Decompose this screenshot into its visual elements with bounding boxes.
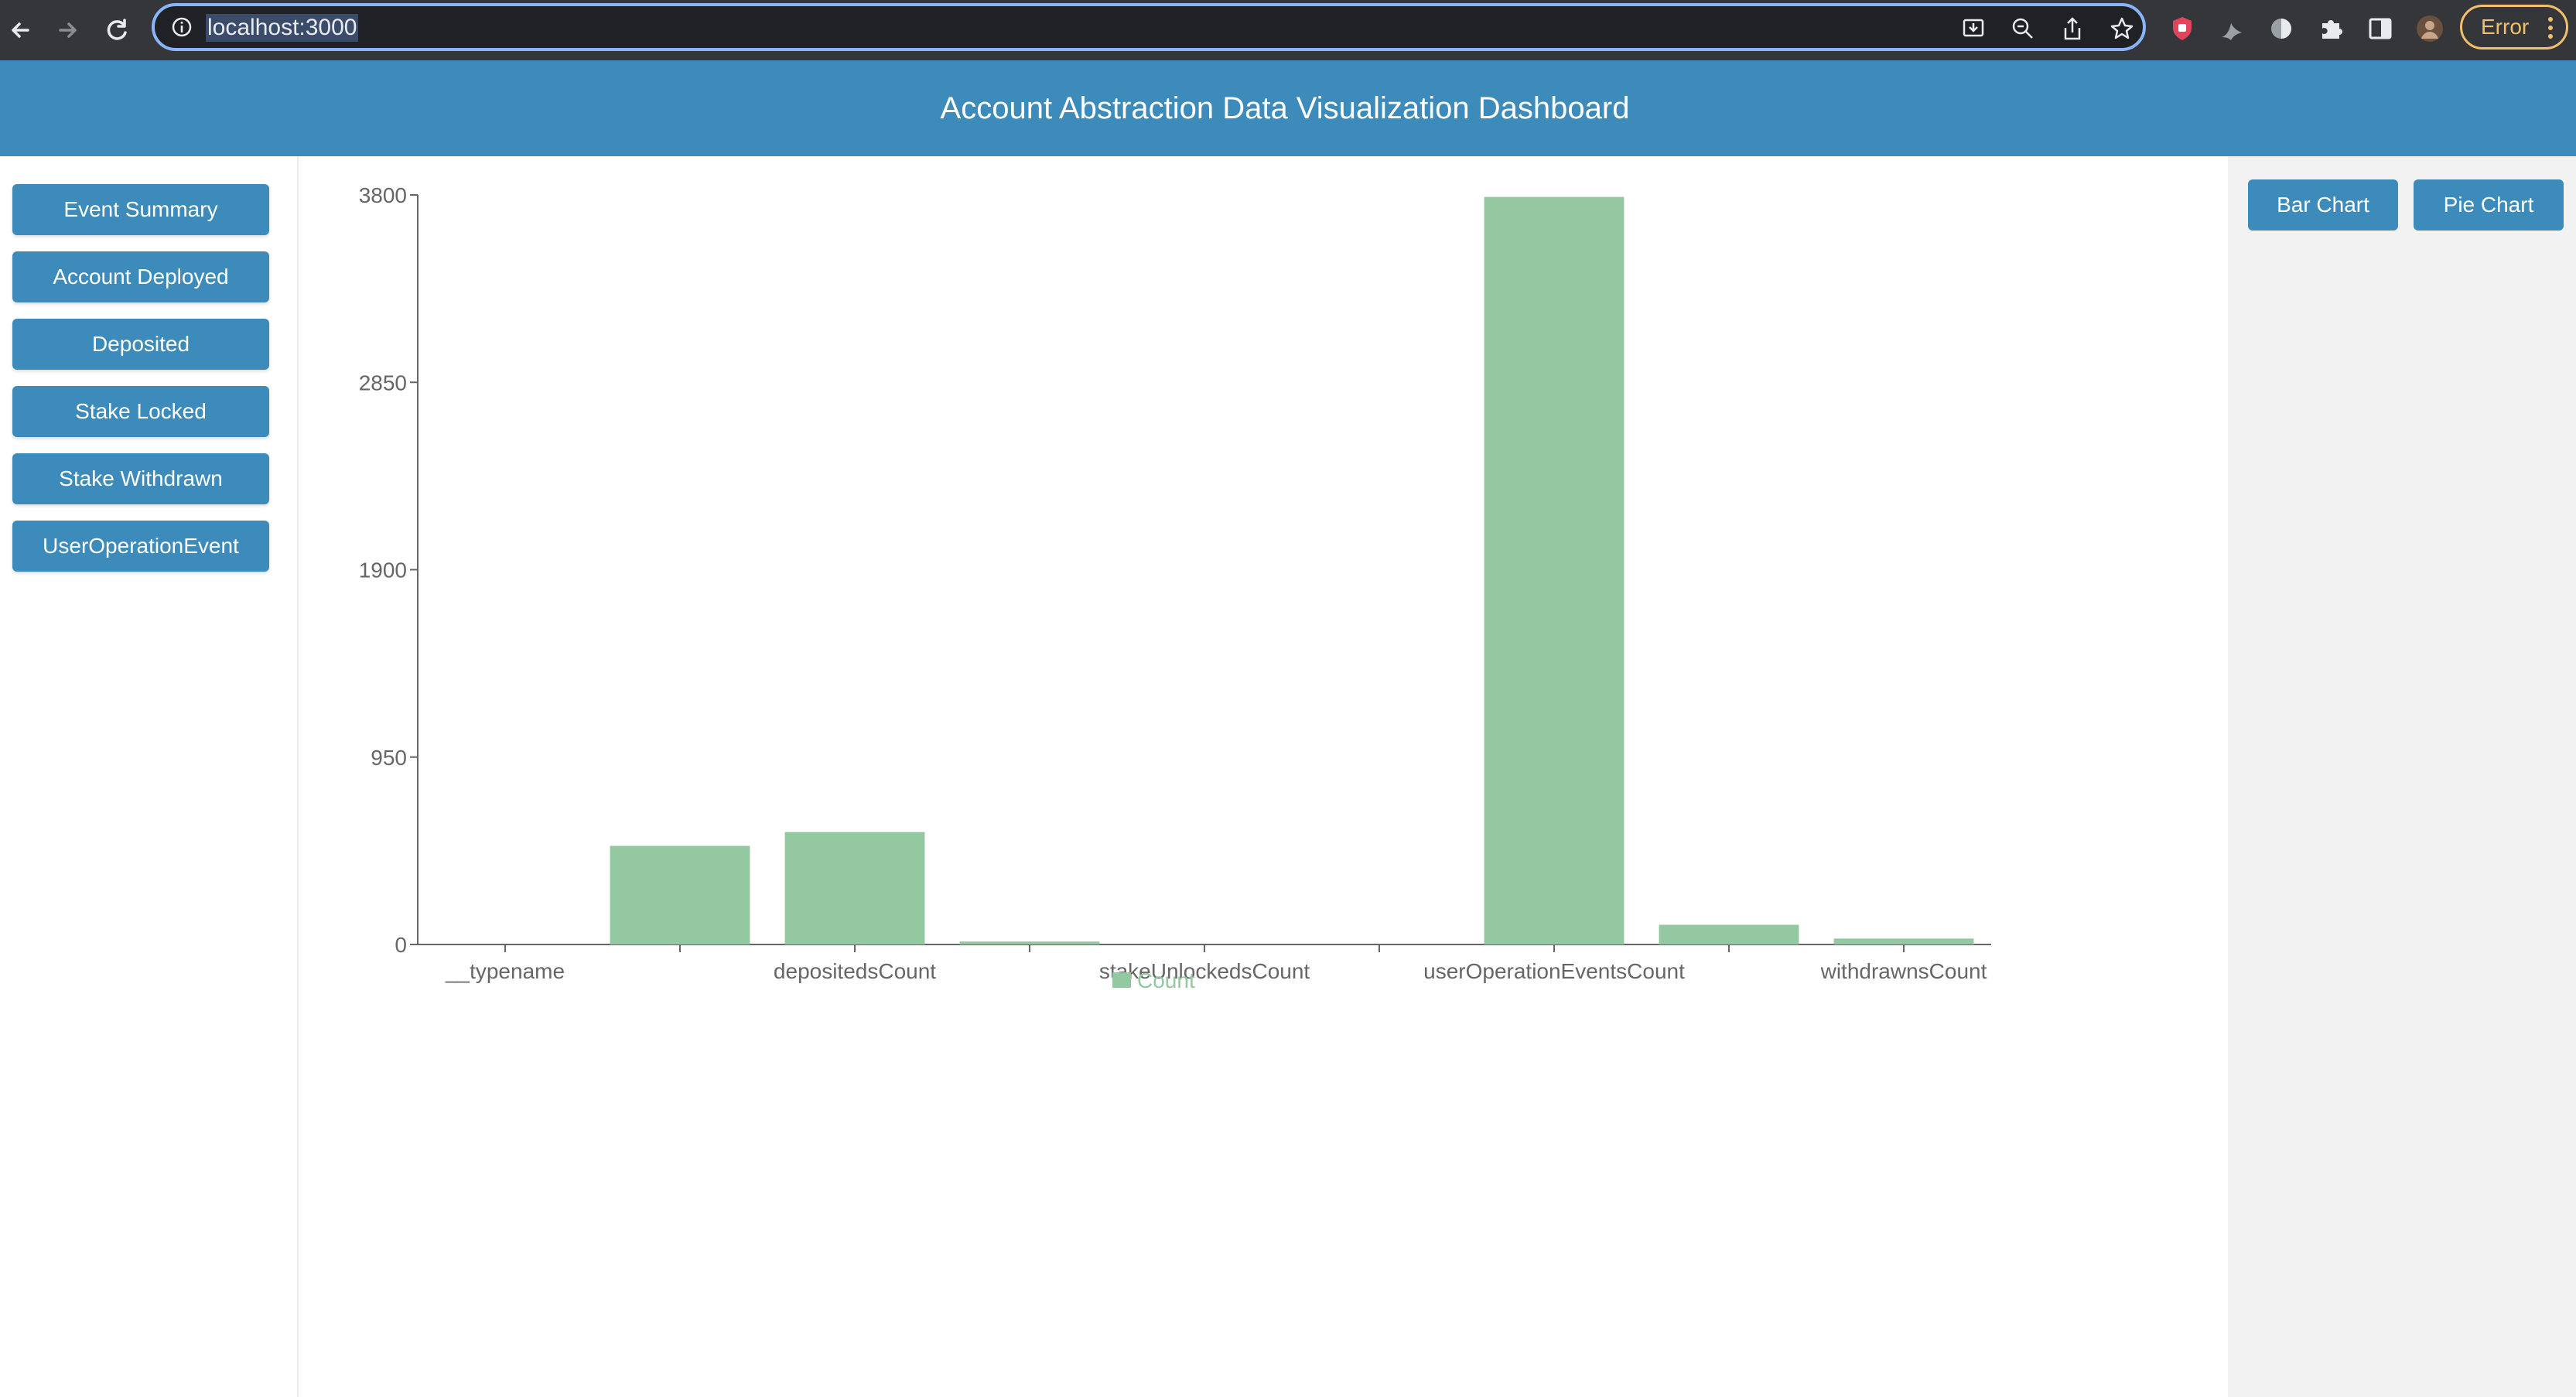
event-summary-button[interactable]: Event Summary — [12, 184, 269, 235]
x-axis: __typename depositedsCount stakeUnlockedsC… — [418, 944, 1991, 983]
x-tick-label: depositedsCount — [774, 959, 936, 983]
bar-chart: 0 950 1900 2850 3800 __typename depositedsCou… — [359, 183, 1991, 992]
app-header: Account Abstraction Data Visualization D… — [0, 60, 2576, 156]
url-text[interactable]: localhost:3000 — [206, 14, 359, 42]
bar-chart-button[interactable]: Bar Chart — [2248, 179, 2398, 231]
chart-type-panel: Bar Chart Pie Chart — [2228, 156, 2576, 1397]
pie-chart-button[interactable]: Pie Chart — [2414, 179, 2564, 231]
bar-stakeLockedsCount[interactable] — [959, 941, 1100, 944]
stake-withdrawn-button[interactable]: Stake Withdrawn — [12, 453, 269, 504]
y-tick-label: 3800 — [359, 183, 407, 207]
forward-arrow-icon[interactable] — [51, 14, 84, 46]
error-chip-label: Error — [2481, 15, 2530, 39]
zoom-icon[interactable] — [2010, 15, 2036, 42]
bar-userOperationRevertReasonsCount[interactable] — [1659, 924, 1799, 945]
side-panel-icon[interactable] — [2366, 14, 2395, 43]
kebab-menu-icon[interactable] — [2547, 16, 2554, 39]
legend-label: Count — [1137, 968, 1195, 992]
back-arrow-icon[interactable] — [5, 14, 37, 46]
legend-swatch — [1112, 972, 1131, 988]
bar-withdrawnsCount[interactable] — [1833, 938, 1974, 944]
bar-depositedsCount[interactable] — [784, 832, 925, 944]
y-tick-label: 0 — [395, 933, 407, 957]
x-tick-label: withdrawnsCount — [1820, 959, 1987, 983]
address-bar[interactable]: localhost:3000 — [152, 3, 2146, 51]
x-tick-label: __typename — [445, 959, 565, 983]
account-deployed-button[interactable]: Account Deployed — [12, 251, 269, 302]
x-tick-label: userOperationEventsCount — [1423, 959, 1685, 983]
puzzle-extensions-icon[interactable] — [2316, 14, 2345, 43]
sidebar: Event Summary Account Deployed Deposited… — [0, 156, 299, 1397]
y-tick-label: 1900 — [359, 558, 407, 582]
browser-toolbar: localhost:3000 Error — [0, 0, 2576, 60]
install-app-icon[interactable] — [1960, 15, 1987, 42]
site-info-icon[interactable] — [170, 15, 193, 39]
deposited-button[interactable]: Deposited — [12, 319, 269, 370]
half-moon-extension-icon[interactable] — [2267, 14, 2296, 43]
share-icon[interactable] — [2059, 15, 2086, 42]
bars — [610, 196, 1974, 945]
y-tick-label: 950 — [371, 746, 407, 770]
bar-userOperationEventsCount[interactable] — [1484, 196, 1625, 945]
y-axis: 0 950 1900 2850 3800 — [359, 183, 419, 957]
page-title: Account Abstraction Data Visualization D… — [940, 91, 1630, 125]
bar-accountDeployedsCount[interactable] — [610, 845, 750, 945]
user-operation-event-button[interactable]: UserOperationEvent — [12, 521, 269, 572]
y-tick-label: 2850 — [359, 371, 407, 395]
reload-icon[interactable] — [101, 14, 133, 46]
shield-extension-icon[interactable] — [2168, 14, 2197, 43]
bookmark-star-icon[interactable] — [2109, 15, 2135, 42]
browser-error-chip[interactable]: Error — [2460, 5, 2568, 50]
stake-locked-button[interactable]: Stake Locked — [12, 386, 269, 437]
bird-extension-icon[interactable] — [2217, 14, 2246, 43]
profile-avatar[interactable] — [2415, 14, 2444, 43]
